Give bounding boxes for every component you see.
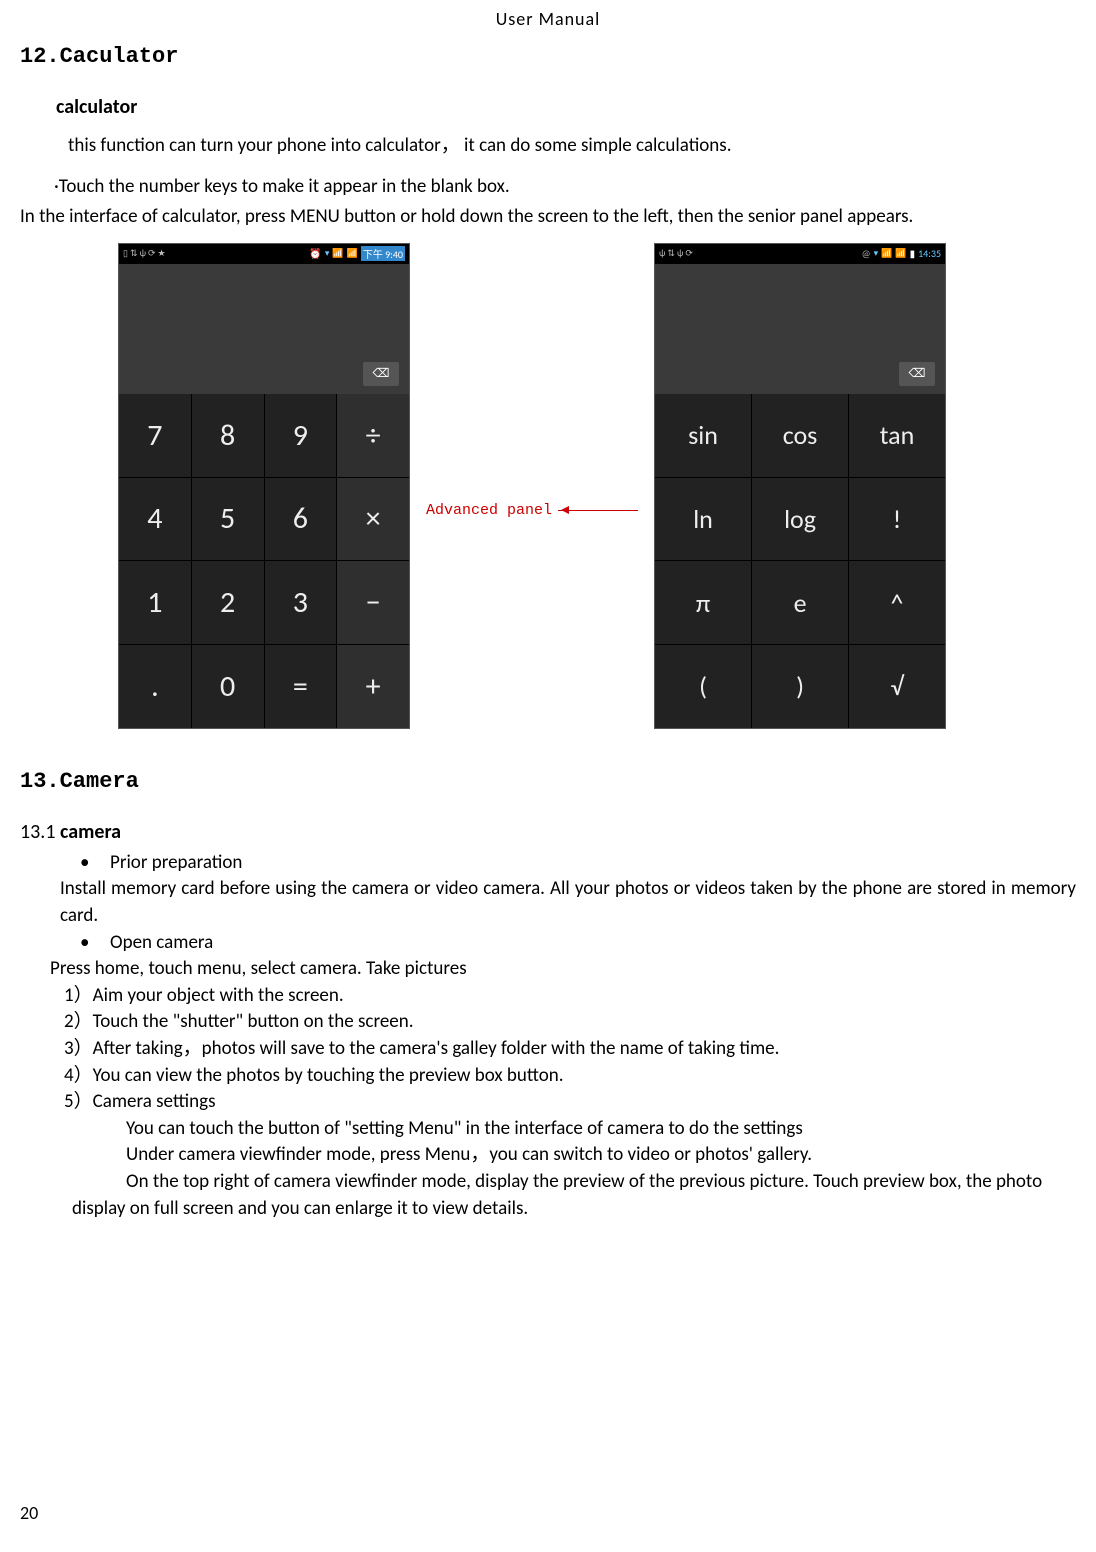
key-sqrt[interactable]: √ (849, 645, 945, 728)
key-factorial[interactable]: ! (849, 478, 945, 561)
key-lparen[interactable]: ( (655, 645, 751, 728)
bullet-open-camera: • Open camera (80, 930, 1076, 957)
status-icons-left: ▯ ⇅ ψ ⟳ ★ (123, 248, 166, 259)
at-icon: @ (862, 247, 871, 260)
wifi-icon-adv: ▾ (874, 248, 879, 259)
key-power[interactable]: ^ (849, 561, 945, 644)
alarm-icon: ⏰ (309, 247, 321, 260)
calculator-intro: this function can turn your phone into c… (68, 133, 1076, 160)
prior-prep-description: Install memory card before using the cam… (60, 876, 1076, 929)
advanced-keypad: sin cos tan ln log ! π e ^ ( ) √ (655, 394, 945, 728)
key-equals[interactable]: = (265, 645, 337, 728)
step-3: 3）After taking，photos will save to the c… (64, 1036, 1076, 1063)
bullet-prior-prep: • Prior preparation (80, 850, 1076, 877)
camera-settings-3: On the top right of camera viewfinder mo… (72, 1169, 1076, 1222)
calculator-figures: ▯ ⇅ ψ ⟳ ★ ⏰ ▾ 📶 📶 下午 9:40 ⌫ 7 8 9 ÷ 4 5 (118, 243, 1076, 729)
open-camera-description: Press home, touch menu, select camera. T… (50, 956, 1076, 983)
key-5[interactable]: 5 (192, 478, 264, 561)
calculator-bullet: ·Touch the number keys to make it appear… (54, 174, 1076, 201)
calc-display-adv: ⌫ (655, 264, 945, 394)
camera-settings-1: You can touch the button of "setting Men… (126, 1116, 1076, 1143)
key-6[interactable]: 6 (265, 478, 337, 561)
camera-subtitle-num: 13.1 (20, 820, 60, 844)
backspace-button[interactable]: ⌫ (363, 362, 399, 386)
bullet-open-camera-text: Open camera (110, 930, 213, 957)
status-time: 下午 9:40 (361, 246, 405, 261)
key-dot[interactable]: . (119, 645, 191, 728)
key-7[interactable]: 7 (119, 394, 191, 477)
signal-icon-2: 📶 (347, 248, 358, 259)
key-4[interactable]: 4 (119, 478, 191, 561)
status-bar: ▯ ⇅ ψ ⟳ ★ ⏰ ▾ 📶 📶 下午 9:40 (119, 244, 409, 264)
key-plus[interactable]: + (337, 645, 409, 728)
page-number: 20 (20, 1502, 38, 1524)
status-bar-adv: ψ ⇅ ψ ⟳ @ ▾ 📶 📶 ▮ 14:35 (655, 244, 945, 264)
signal-icon-adv-2: 📶 (895, 248, 906, 259)
key-divide[interactable]: ÷ (337, 394, 409, 477)
key-tan[interactable]: tan (849, 394, 945, 477)
calculator-subtitle: calculator (56, 95, 1076, 119)
camera-subtitle: 13.1 camera (20, 820, 1076, 844)
key-3[interactable]: 3 (265, 561, 337, 644)
bullet-icon: • (80, 930, 110, 957)
advanced-calc-screenshot: ψ ⇅ ψ ⟳ @ ▾ 📶 📶 ▮ 14:35 ⌫ sin cos tan ln… (654, 243, 946, 729)
status-right-adv: @ ▾ 📶 📶 ▮ 14:35 (862, 247, 941, 260)
status-right: ⏰ ▾ 📶 📶 下午 9:40 (309, 246, 405, 261)
step-2: 2）Touch the "shutter" button on the scre… (64, 1009, 1076, 1036)
camera-settings-2: Under camera viewfinder mode, press Menu… (126, 1142, 1076, 1169)
calc-display: ⌫ (119, 264, 409, 394)
wifi-icon: ▾ (325, 248, 330, 259)
key-minus[interactable]: − (337, 561, 409, 644)
advanced-panel-annotation: Advanced panel (426, 502, 638, 519)
calculator-para: In the interface of calculator, press ME… (20, 204, 1076, 231)
basic-keypad: 7 8 9 ÷ 4 5 6 × 1 2 3 − . 0 = + (119, 394, 409, 728)
step-1: 1）Aim your object with the screen. (64, 983, 1076, 1010)
page-header: User Manual (0, 0, 1096, 44)
key-9[interactable]: 9 (265, 394, 337, 477)
key-pi[interactable]: π (655, 561, 751, 644)
key-e[interactable]: e (752, 561, 848, 644)
key-ln[interactable]: ln (655, 478, 751, 561)
advanced-panel-label: Advanced panel (426, 502, 552, 519)
key-multiply[interactable]: × (337, 478, 409, 561)
key-rparen[interactable]: ) (752, 645, 848, 728)
key-1[interactable]: 1 (119, 561, 191, 644)
key-2[interactable]: 2 (192, 561, 264, 644)
step-4: 4）You can view the photos by touching th… (64, 1063, 1076, 1090)
section-13-title: 13.Camera (20, 769, 1076, 794)
status-icons-left-adv: ψ ⇅ ψ ⟳ (659, 248, 693, 259)
arrow-icon (558, 510, 638, 511)
bullet-icon: • (80, 850, 110, 877)
key-cos[interactable]: cos (752, 394, 848, 477)
camera-subtitle-bold: camera (60, 820, 121, 844)
battery-icon: ▮ (910, 247, 916, 260)
signal-icon: 📶 (332, 248, 343, 259)
section-12-title: 12.Caculator (20, 44, 1076, 69)
step-5: 5）Camera settings (64, 1089, 1076, 1116)
status-time-adv: 14:35 (918, 247, 941, 260)
key-sin[interactable]: sin (655, 394, 751, 477)
basic-calc-screenshot: ▯ ⇅ ψ ⟳ ★ ⏰ ▾ 📶 📶 下午 9:40 ⌫ 7 8 9 ÷ 4 5 (118, 243, 410, 729)
key-log[interactable]: log (752, 478, 848, 561)
key-8[interactable]: 8 (192, 394, 264, 477)
signal-icon-adv: 📶 (881, 248, 892, 259)
bullet-prior-prep-text: Prior preparation (110, 850, 242, 877)
backspace-button-adv[interactable]: ⌫ (899, 362, 935, 386)
key-0[interactable]: 0 (192, 645, 264, 728)
